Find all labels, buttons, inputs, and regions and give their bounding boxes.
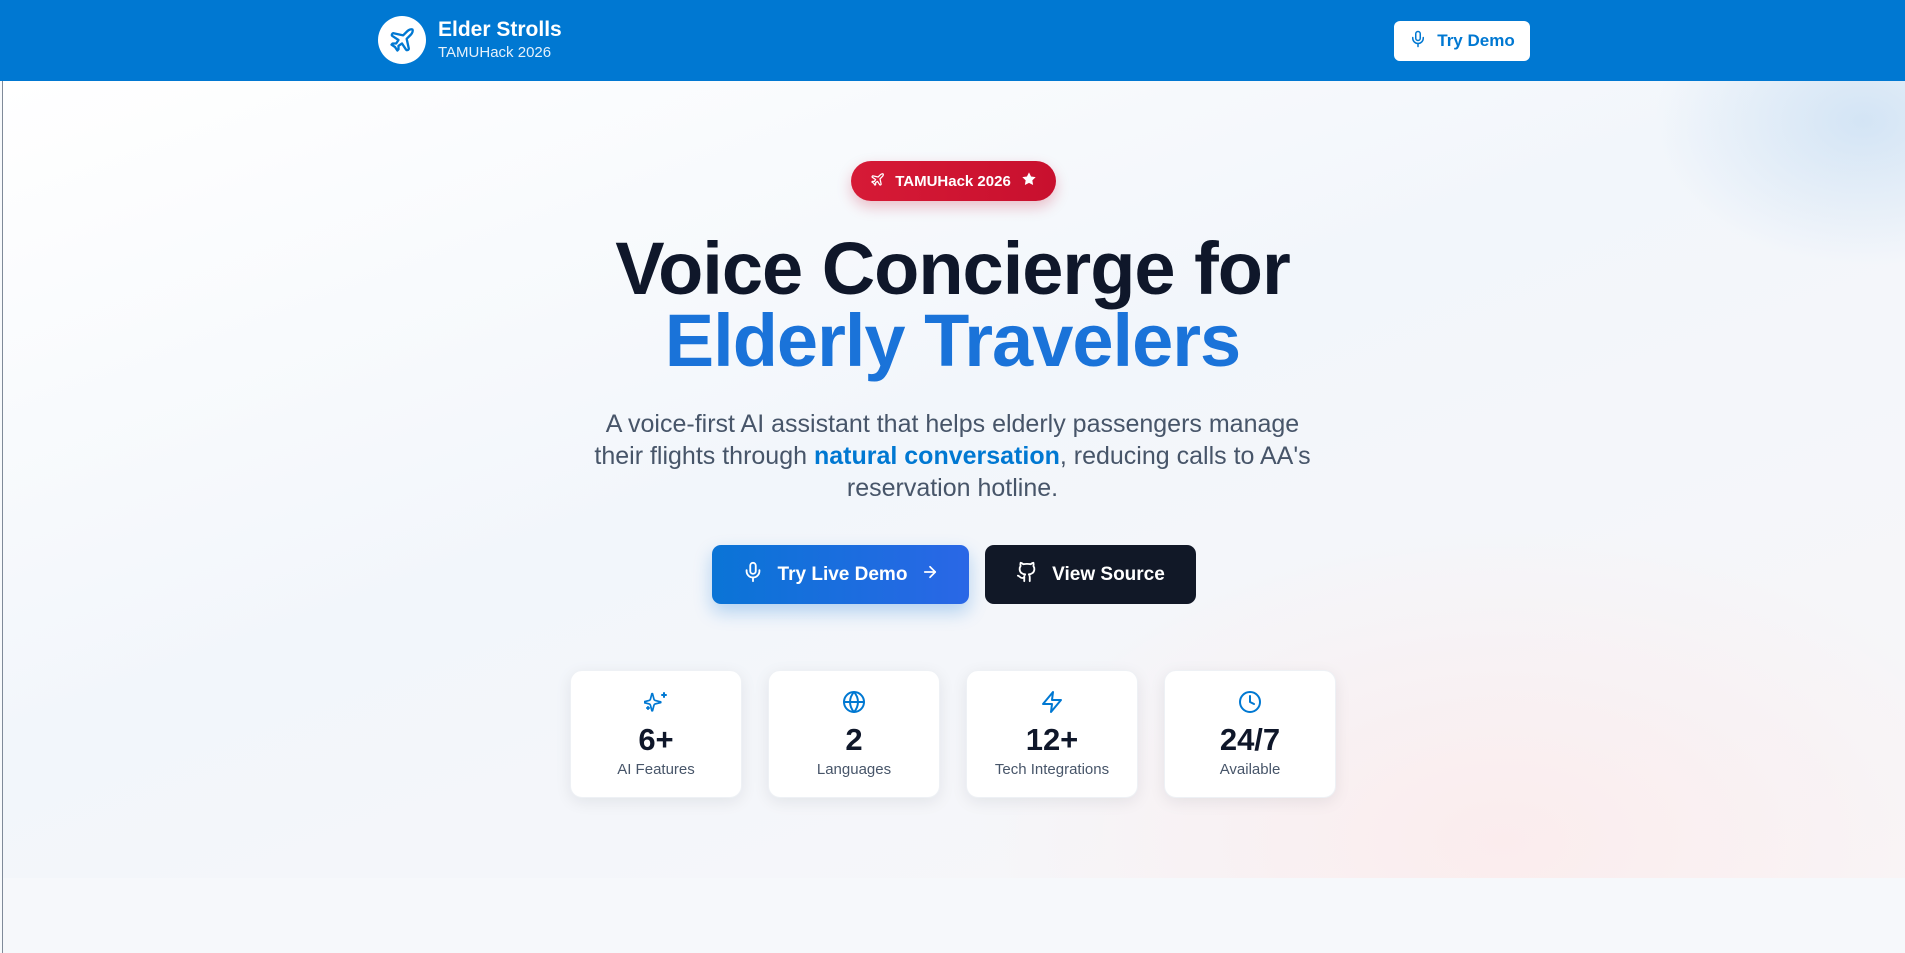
hero-subtitle: A voice-first AI assistant that helps el… — [580, 408, 1325, 504]
github-icon — [1016, 561, 1038, 589]
stat-card-availability: 24/7 Available — [1164, 670, 1336, 798]
try-live-demo-button[interactable]: Try Live Demo — [712, 545, 969, 604]
badge-label: TAMUHack 2026 — [895, 172, 1011, 190]
stat-card-tech-integrations: 12+ Tech Integrations — [966, 670, 1138, 798]
plane-icon — [378, 16, 426, 64]
brand-subtitle: TAMUHack 2026 — [438, 44, 552, 61]
stat-label: Tech Integrations — [994, 761, 1110, 778]
plane-icon — [870, 172, 885, 191]
try-live-demo-label: Try Live Demo — [777, 563, 908, 585]
top-navbar: Elder Strolls TAMUHack 2026 Try Demo — [0, 0, 1905, 81]
stat-card-ai-features: 6+ AI Features — [570, 670, 742, 798]
lightning-icon — [967, 690, 1137, 714]
clock-icon — [1165, 690, 1335, 714]
stat-value: 2 — [845, 722, 863, 757]
microphone-icon — [742, 561, 764, 589]
hero-title-line1: Voice Concierge for — [615, 227, 1291, 310]
stat-value: 12+ — [1025, 722, 1079, 757]
subtitle-highlight: natural conversation — [813, 442, 1060, 470]
try-demo-label: Try Demo — [1437, 31, 1515, 50]
star-icon — [1021, 171, 1037, 191]
hero-title-line2: Elderly Travelers — [664, 299, 1241, 382]
stat-label: Available — [1219, 761, 1281, 778]
sparkles-icon — [571, 690, 741, 714]
next-section — [2, 878, 1905, 953]
stat-value: 6+ — [638, 722, 674, 757]
event-badge: TAMUHack 2026 — [851, 161, 1056, 201]
globe-icon — [769, 690, 939, 714]
view-source-label: View Source — [1052, 563, 1165, 585]
view-source-button[interactable]: View Source — [985, 545, 1196, 604]
try-demo-button[interactable]: Try Demo — [1394, 21, 1530, 61]
stat-label: AI Features — [617, 761, 695, 778]
stat-card-languages: 2 Languages — [768, 670, 940, 798]
stat-label: Languages — [816, 761, 892, 778]
brand-name: Elder Strolls — [438, 18, 562, 41]
brand[interactable]: Elder Strolls TAMUHack 2026 — [378, 16, 562, 64]
arrow-right-icon — [921, 563, 939, 587]
microphone-icon — [1409, 30, 1427, 53]
stat-value: 24/7 — [1219, 722, 1281, 757]
